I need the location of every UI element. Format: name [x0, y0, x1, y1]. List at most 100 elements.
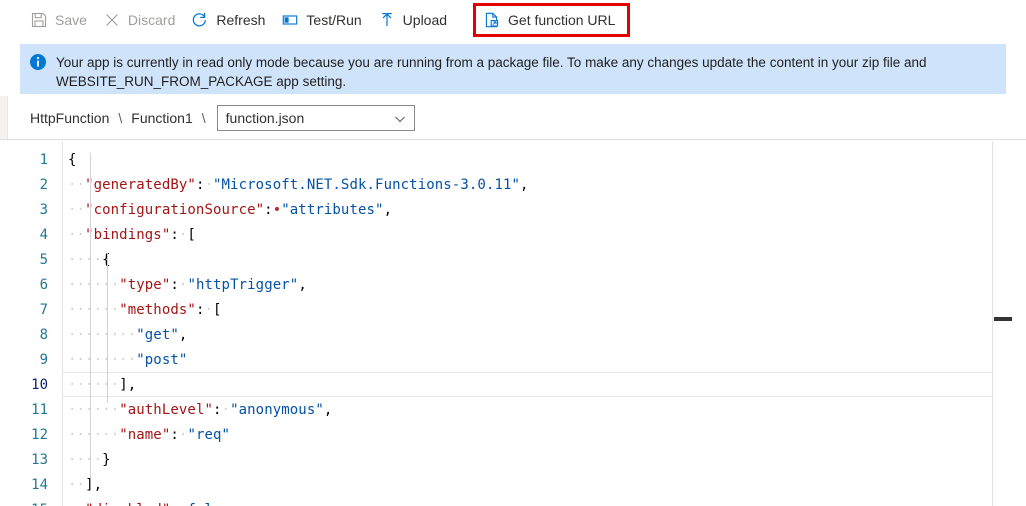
toolbar-button-upload[interactable]: Upload	[376, 5, 456, 35]
code-text: ······"methods":·[	[68, 302, 222, 318]
code-token: ·	[204, 301, 214, 318]
breadcrumb-function-name[interactable]: Function1	[131, 110, 192, 126]
line-number: 3	[39, 201, 48, 218]
code-token: "authLevel"	[119, 401, 214, 418]
code-text: ··"configurationSource":•"attributes",	[68, 202, 392, 218]
code-token: ········	[68, 351, 137, 368]
code-text: ······],	[68, 377, 136, 393]
code-token: "configurationSource"	[85, 201, 265, 218]
code-token: "anonymous"	[230, 401, 324, 418]
code-line[interactable]: 5····{	[0, 247, 1026, 272]
code-line[interactable]: 4 ··"bindings":·[	[0, 222, 1026, 247]
code-text: ········"get",	[68, 327, 187, 343]
code-token: "type"	[119, 276, 171, 293]
code-token: ··	[68, 176, 86, 193]
chevron-down-icon	[394, 112, 406, 124]
code-token: ····	[68, 451, 103, 468]
code-token: [	[213, 301, 222, 318]
breadcrumb-separator-1: \	[118, 109, 123, 126]
code-token: "methods"	[119, 301, 196, 318]
left-rail-strip	[0, 96, 8, 139]
line-number: 15	[0, 502, 48, 506]
code-token: "bindings"	[85, 226, 171, 243]
code-token: ·	[204, 176, 213, 193]
line-number: 14	[31, 476, 48, 493]
code-token: "req"	[187, 426, 231, 443]
breadcrumb-app-name[interactable]: HttpFunction	[30, 110, 109, 126]
code-line[interactable]: 13 ····}	[0, 447, 1026, 472]
file-select-value: function.json	[225, 109, 305, 126]
code-token: ········	[68, 326, 137, 343]
toolbar-button-label: Refresh	[216, 12, 266, 28]
line-number: 6	[39, 276, 48, 293]
code-token: "get"	[136, 326, 179, 343]
code-token: ··	[68, 476, 86, 493]
code-line[interactable]: 2 ··"generatedBy":·"Microsoft.NET.Sdk.Fun…	[0, 172, 1026, 197]
code-token: ······	[68, 276, 120, 293]
breadcrumb: HttpFunction \ Function1 \ function.json	[30, 104, 415, 131]
code-text: ··"generatedBy":·"Microsoft.NET.Sdk.Func…	[68, 177, 529, 193]
code-text: ········"post"	[68, 352, 187, 368]
code-text: ··"bindings":·[	[68, 227, 196, 243]
code-line[interactable]: 6 ······"type":·"httpTrigger",	[0, 272, 1026, 297]
code-line[interactable]: 7 ······"methods":·[	[0, 297, 1026, 322]
code-line[interactable]: 9 ········"post"	[0, 347, 1026, 372]
code-token: "generatedBy"	[85, 176, 196, 193]
code-token: ,	[383, 201, 393, 218]
close-x-icon	[104, 12, 120, 28]
toolbar-button-label: Test/Run	[306, 12, 362, 28]
code-token: "attributes"	[281, 201, 384, 218]
code-token: :	[264, 201, 273, 218]
toolbar-button-test-run[interactable]: Test/Run	[279, 5, 370, 35]
code-text: ······"name":·"req"	[68, 427, 230, 443]
code-line[interactable]: 14 ··],	[0, 472, 1026, 497]
code-token: :	[170, 276, 179, 293]
function-editor-page: Save Discard Refresh Test/Run Upload Get func…	[0, 0, 1026, 506]
code-token: ,	[298, 276, 307, 293]
code-line[interactable]: 8 ········"get",	[0, 322, 1026, 347]
code-line[interactable]: 11 ······"authLevel":·"anonymous",	[0, 397, 1026, 422]
code-line[interactable]: 12 ······"name":·"req"	[0, 422, 1026, 447]
line-number: 10	[31, 376, 48, 393]
toolbar-button-refresh[interactable]: Refresh	[189, 5, 274, 35]
banner-message: Your app is currently in read only mode …	[56, 55, 927, 89]
line-number: 8	[39, 326, 48, 343]
code-editor[interactable]: 1{2 ··"generatedBy":·"Microsoft.NET.Sdk.F…	[0, 141, 1026, 506]
info-icon	[30, 54, 46, 70]
line-number: 7	[39, 301, 48, 318]
code-line[interactable]: 3 ··"configurationSource":•"attributes",	[0, 197, 1026, 222]
code-token: ······	[68, 426, 120, 443]
code-lines[interactable]: 1{2 ··"generatedBy":·"Microsoft.NET.Sdk.F…	[0, 147, 1026, 506]
code-text: ······"type":·"httpTrigger",	[68, 277, 307, 293]
code-token: ··	[68, 502, 85, 506]
code-token: ······	[68, 301, 120, 318]
code-line[interactable]: 10 ······],	[0, 372, 1026, 397]
read-only-info-banner: Your app is currently in read only mode …	[20, 44, 1006, 94]
toolbar-button-save: Save	[28, 5, 96, 35]
code-token: "post"	[136, 351, 188, 368]
code-token: ··	[68, 226, 86, 243]
line-number: 1	[39, 151, 48, 168]
toolbar-button-label: Upload	[402, 12, 448, 28]
toolbar-button-get-url[interactable]: Get function URL	[473, 3, 631, 37]
code-token: "name"	[119, 426, 171, 443]
code-token: ,	[178, 326, 188, 343]
code-token: ··	[68, 201, 86, 218]
code-text: {	[68, 152, 77, 168]
toolbar-button-label: Discard	[127, 12, 176, 28]
line-number: 2	[39, 176, 48, 193]
code-token: [	[187, 226, 196, 243]
code-text: ··"disabled":·false,	[68, 502, 239, 506]
code-token: :	[213, 401, 222, 418]
indent-guide	[90, 153, 91, 478]
code-line[interactable]: 1{	[0, 147, 1026, 172]
code-text: ··],	[68, 477, 102, 493]
code-token: "httpTrigger"	[187, 276, 299, 293]
save-icon	[31, 12, 47, 28]
code-token: "Microsoft.NET.Sdk.Functions-3.0.11"	[213, 176, 521, 193]
code-token: ,	[323, 401, 333, 418]
refresh-icon	[192, 12, 208, 28]
file-select-dropdown[interactable]: function.json	[216, 104, 415, 131]
line-number: 13	[31, 451, 48, 468]
code-line[interactable]: 15 ··"disabled":·false,	[0, 497, 1026, 506]
